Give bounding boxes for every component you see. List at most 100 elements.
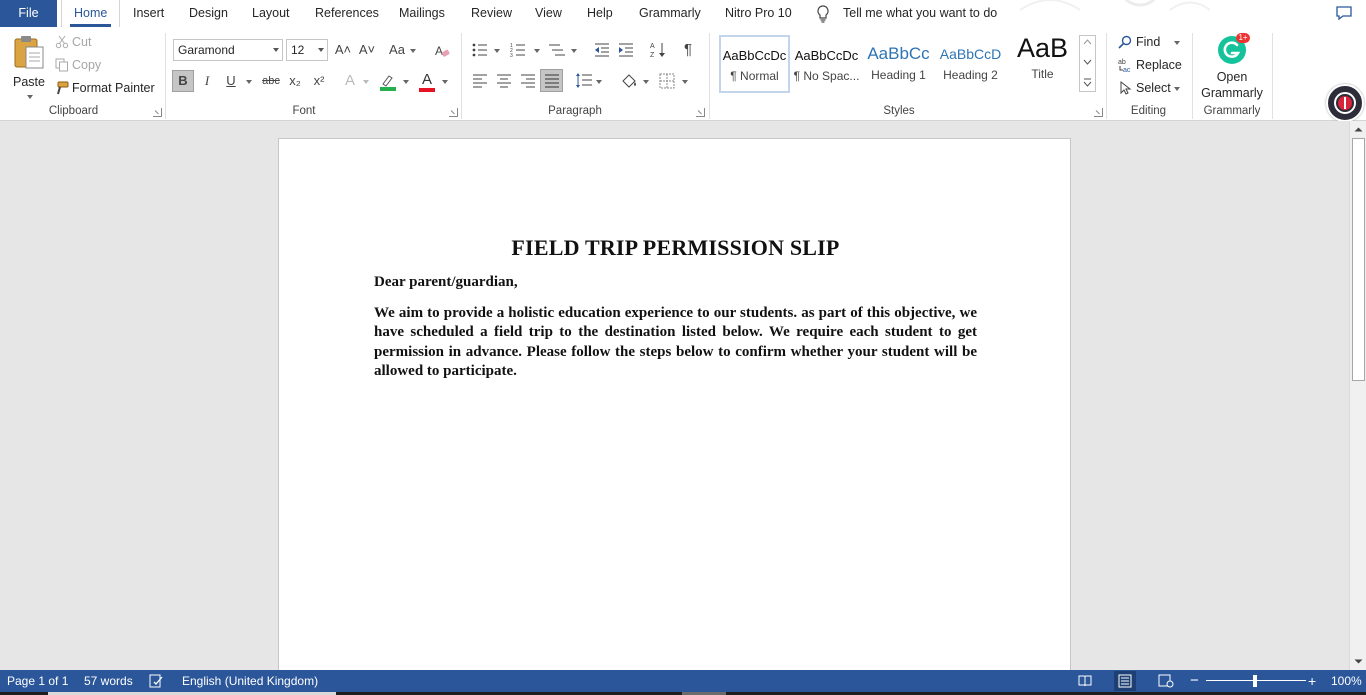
highlighter-icon[interactable] xyxy=(378,72,398,92)
chevron-down-icon[interactable] xyxy=(596,80,602,84)
chevron-down-icon[interactable] xyxy=(1083,59,1092,65)
chevron-down-icon[interactable] xyxy=(442,80,448,84)
zoom-out-icon[interactable]: − xyxy=(1190,670,1199,692)
scrollbar-thumb[interactable] xyxy=(1352,138,1365,381)
chevron-up-icon[interactable] xyxy=(1083,39,1092,45)
font-size-combobox[interactable]: 12 xyxy=(286,39,328,61)
page-count[interactable]: Page 1 of 1 xyxy=(7,670,68,692)
open-grammarly-button[interactable]: Open Grammarly xyxy=(1196,69,1268,101)
bold-button[interactable]: B xyxy=(172,70,194,92)
superscript-button[interactable]: x² xyxy=(308,70,330,92)
web-layout-icon[interactable] xyxy=(1158,674,1174,688)
align-center-icon[interactable] xyxy=(496,73,512,89)
tab-insert[interactable]: Insert xyxy=(133,0,164,27)
text-effects-button[interactable]: A xyxy=(339,70,361,92)
style-heading-2[interactable]: AaBbCcD Heading 2 xyxy=(935,35,1006,93)
subscript-button[interactable]: x₂ xyxy=(284,70,306,92)
more-styles-icon[interactable] xyxy=(1083,78,1092,87)
tab-mailings[interactable]: Mailings xyxy=(399,0,445,27)
zoom-level[interactable]: 100% xyxy=(1331,670,1362,692)
chevron-down-icon[interactable] xyxy=(643,80,649,84)
zoom-slider-thumb[interactable] xyxy=(1253,675,1257,687)
clear-formatting-icon[interactable]: A xyxy=(434,43,450,59)
replace-button[interactable]: ab ac Replace xyxy=(1118,55,1182,75)
borders-icon[interactable] xyxy=(659,73,675,89)
font-name-combobox[interactable]: Garamond xyxy=(173,39,283,61)
tab-grammarly[interactable]: Grammarly xyxy=(639,0,701,27)
zoom-in-icon[interactable]: + xyxy=(1308,670,1316,692)
styles-launcher-icon[interactable] xyxy=(1094,108,1103,117)
tab-help[interactable]: Help xyxy=(587,0,613,27)
select-button[interactable]: Select xyxy=(1118,78,1180,98)
chevron-down-icon[interactable] xyxy=(363,80,369,84)
chevron-down-icon[interactable] xyxy=(494,49,500,53)
line-spacing-icon[interactable] xyxy=(575,72,593,90)
italic-button[interactable]: I xyxy=(196,70,218,92)
chevron-down-icon[interactable] xyxy=(27,95,33,99)
scroll-down-icon[interactable] xyxy=(1351,654,1366,669)
bullets-icon[interactable] xyxy=(472,42,488,58)
sort-icon[interactable]: A Z xyxy=(650,41,666,59)
paragraph-launcher-icon[interactable] xyxy=(696,108,705,117)
tab-references[interactable]: References xyxy=(315,0,379,27)
chevron-down-icon[interactable] xyxy=(246,80,252,84)
tell-me-search[interactable]: Tell me what you want to do xyxy=(843,0,997,27)
chevron-down-icon[interactable] xyxy=(273,48,279,52)
style-title[interactable]: AaB Title xyxy=(1007,35,1078,93)
tab-file[interactable]: File xyxy=(0,0,57,27)
tab-home[interactable]: Home xyxy=(61,0,121,28)
justify-button[interactable] xyxy=(540,69,563,92)
find-button[interactable]: Find xyxy=(1118,32,1180,52)
style-normal[interactable]: AaBbCcDc ¶ Normal xyxy=(719,35,790,93)
document-salutation[interactable]: Dear parent/guardian, xyxy=(374,274,518,291)
styles-gallery: AaBbCcDc ¶ Normal AaBbCcDc ¶ No Spac... … xyxy=(718,35,1098,95)
strikethrough-button[interactable]: abc xyxy=(260,70,282,92)
comments-icon[interactable] xyxy=(1335,4,1353,22)
tab-view[interactable]: View xyxy=(535,0,562,27)
grammarly-floating-widget[interactable] xyxy=(1326,84,1364,122)
decrease-indent-icon[interactable] xyxy=(594,42,610,58)
grow-font-button[interactable]: A˄ xyxy=(332,39,354,61)
cut-button[interactable]: Cut xyxy=(55,32,91,52)
document-canvas[interactable]: FIELD TRIP PERMISSION SLIP Dear parent/g… xyxy=(0,121,1349,670)
tab-nitro-pro[interactable]: Nitro Pro 10 xyxy=(725,0,792,27)
chevron-down-icon[interactable] xyxy=(1174,87,1180,91)
increase-indent-icon[interactable] xyxy=(618,42,634,58)
clipboard-launcher-icon[interactable] xyxy=(153,108,162,117)
chevron-down-icon[interactable] xyxy=(1174,41,1180,45)
tab-review[interactable]: Review xyxy=(471,0,512,27)
font-launcher-icon[interactable] xyxy=(449,108,458,117)
chevron-down-icon[interactable] xyxy=(318,48,324,52)
language-indicator[interactable]: English (United Kingdom) xyxy=(182,670,318,692)
chevron-down-icon[interactable] xyxy=(410,49,416,53)
tab-layout[interactable]: Layout xyxy=(252,0,290,27)
copy-button[interactable]: Copy xyxy=(55,55,101,75)
format-painter-button[interactable]: Format Painter xyxy=(55,78,155,98)
vertical-scrollbar[interactable] xyxy=(1349,121,1366,670)
underline-button[interactable]: U xyxy=(220,70,242,92)
paste-button[interactable]: Paste xyxy=(6,33,52,99)
chevron-down-icon[interactable] xyxy=(534,49,540,53)
chevron-down-icon[interactable] xyxy=(403,80,409,84)
word-count[interactable]: 57 words xyxy=(84,670,133,692)
tab-design[interactable]: Design xyxy=(189,0,228,27)
numbering-icon[interactable]: 1 2 3 xyxy=(510,42,526,58)
multilevel-list-icon[interactable] xyxy=(548,42,566,58)
read-mode-icon[interactable] xyxy=(1078,675,1092,687)
show-formatting-marks-button[interactable]: ¶ xyxy=(677,39,699,61)
shading-icon[interactable] xyxy=(620,72,638,90)
shrink-font-button[interactable]: A˅ xyxy=(356,39,378,61)
proofing-icon[interactable] xyxy=(149,674,164,688)
change-case-button[interactable]: Aa xyxy=(386,39,408,61)
align-left-icon[interactable] xyxy=(472,73,488,89)
style-no-spacing[interactable]: AaBbCcDc ¶ No Spac... xyxy=(791,35,862,93)
document-body-paragraph[interactable]: We aim to provide a holistic education e… xyxy=(374,304,977,381)
align-right-icon[interactable] xyxy=(520,73,536,89)
print-layout-button[interactable] xyxy=(1114,671,1136,691)
style-heading-1[interactable]: AaBbCc Heading 1 xyxy=(863,35,934,93)
document-title[interactable]: FIELD TRIP PERMISSION SLIP xyxy=(279,235,1072,261)
scroll-up-icon[interactable] xyxy=(1351,122,1366,137)
chevron-down-icon[interactable] xyxy=(571,49,577,53)
document-page[interactable]: FIELD TRIP PERMISSION SLIP Dear parent/g… xyxy=(278,138,1071,670)
chevron-down-icon[interactable] xyxy=(682,80,688,84)
